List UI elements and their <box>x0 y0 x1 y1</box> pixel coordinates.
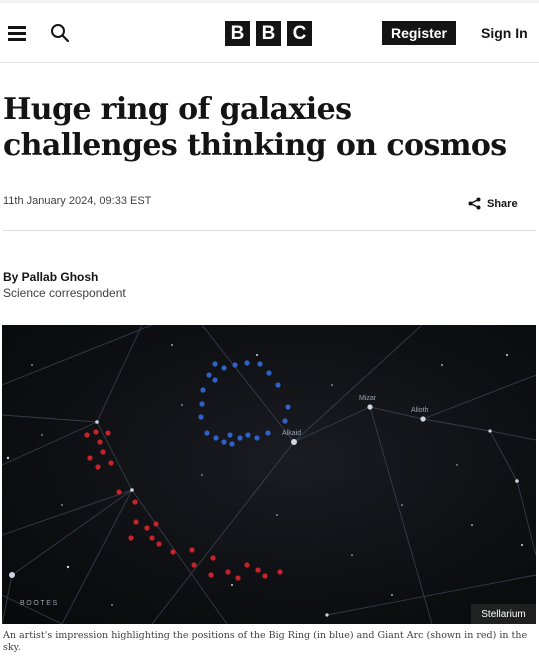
bbc-logo[interactable]: B B C <box>225 21 312 46</box>
logo-letter: C <box>287 21 312 46</box>
star-label-mizar: Mizar <box>359 395 377 402</box>
register-button[interactable]: Register <box>382 21 456 45</box>
top-edge <box>0 0 539 3</box>
article-date: 11th January 2024, 09:33 EST <box>3 195 152 207</box>
share-label: Share <box>487 197 518 210</box>
image-credit: Stellarium <box>471 604 536 624</box>
article-headline: Huge ring of galaxies challenges thinkin… <box>3 92 507 163</box>
star-label-alioth: Alioth <box>411 407 429 414</box>
sign-in-link[interactable]: Sign In <box>481 21 528 45</box>
logo-letter: B <box>225 21 250 46</box>
sky-image: Mizar Alioth Alkaid BOOTES <box>2 325 536 624</box>
image-caption: An artist's impression highlighting the … <box>3 630 528 653</box>
search-icon[interactable] <box>50 23 70 43</box>
star-label-alkaid: Alkaid <box>282 430 301 437</box>
constellation-label-bootes: BOOTES <box>20 600 59 607</box>
divider <box>3 230 536 231</box>
site-header: B B C Register Sign In <box>0 4 539 63</box>
menu-icon[interactable] <box>8 26 26 41</box>
share-icon <box>468 197 481 210</box>
author-name: By Pallab Ghosh <box>3 270 99 284</box>
share-button[interactable]: Share <box>468 197 518 210</box>
logo-letter: B <box>256 21 281 46</box>
author-role: Science correspondent <box>3 286 126 300</box>
